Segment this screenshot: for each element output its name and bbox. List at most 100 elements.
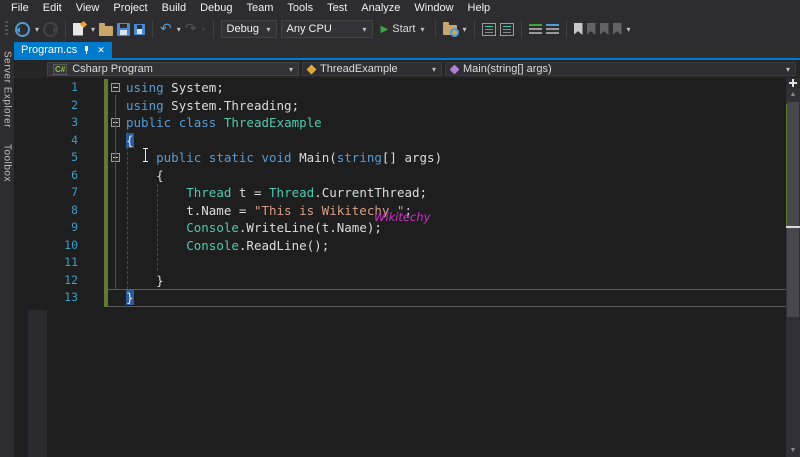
selection-margin[interactable] xyxy=(84,97,104,115)
side-tab-toolbox[interactable]: Toolbox xyxy=(2,139,13,187)
browse-definition-icon[interactable] xyxy=(481,22,496,36)
comment-lines-icon[interactable] xyxy=(528,24,542,34)
line-number[interactable]: 4 xyxy=(14,132,84,150)
menu-item-project[interactable]: Project xyxy=(106,0,154,16)
debug-target-combo[interactable]: Debug ▾ xyxy=(220,20,277,38)
toolbar-separator xyxy=(520,20,522,38)
selection-margin[interactable] xyxy=(84,184,104,202)
toolbar-grip[interactable] xyxy=(5,21,8,37)
navigate-backward-icon[interactable] xyxy=(15,21,30,37)
uncomment-lines-icon[interactable] xyxy=(545,24,559,34)
code-line[interactable]: 7 Thread t = Thread.CurrentThread; xyxy=(14,184,786,202)
start-button[interactable]: ▶ Start ▾ xyxy=(377,19,429,39)
code-line[interactable]: 12 } xyxy=(14,271,786,290)
selection-margin[interactable] xyxy=(84,167,104,185)
line-number[interactable]: 5 xyxy=(14,149,84,167)
tab-program-cs[interactable]: Program.cs ✕ xyxy=(14,42,112,58)
line-number[interactable]: 11 xyxy=(14,254,84,272)
menu-item-analyze[interactable]: Analyze xyxy=(354,0,407,16)
line-number[interactable]: 7 xyxy=(14,184,84,202)
line-number[interactable]: 1 xyxy=(14,79,84,97)
line-number[interactable]: 3 xyxy=(14,114,84,132)
selection-margin[interactable] xyxy=(84,149,104,167)
save-all-icon[interactable] xyxy=(134,23,146,35)
type-dropdown[interactable]: ThreadExample ▾ xyxy=(302,62,442,76)
scroll-down-icon[interactable]: ▼ xyxy=(786,445,800,457)
selection-margin[interactable] xyxy=(84,289,104,307)
scroll-up-icon[interactable]: ▲ xyxy=(786,89,800,101)
menu-item-tools[interactable]: Tools xyxy=(280,0,320,16)
member-dropdown[interactable]: Main(string[] args) ▾ xyxy=(445,62,796,76)
toggle-bookmark-icon[interactable] xyxy=(573,23,583,35)
outlining-margin[interactable] xyxy=(108,132,126,150)
line-number[interactable]: 2 xyxy=(14,97,84,115)
line-number[interactable]: 13 xyxy=(14,289,84,307)
platform-combo[interactable]: Any CPU ▾ xyxy=(280,20,373,38)
menu-item-help[interactable]: Help xyxy=(461,0,498,16)
collapse-icon[interactable] xyxy=(111,83,120,92)
start-dropdown-icon[interactable]: ▾ xyxy=(420,25,424,34)
selection-margin[interactable] xyxy=(84,132,104,150)
outlining-margin[interactable] xyxy=(108,79,126,97)
line-number[interactable]: 6 xyxy=(14,167,84,185)
selection-margin[interactable] xyxy=(84,237,104,255)
menu-item-build[interactable]: Build xyxy=(155,0,193,16)
save-icon[interactable] xyxy=(117,22,131,36)
menu-item-test[interactable]: Test xyxy=(320,0,354,16)
selection-margin[interactable] xyxy=(84,114,104,132)
navigate-backward-dropdown-icon[interactable]: ▾ xyxy=(35,25,39,34)
tab-row: Program.cs ✕ xyxy=(0,42,800,60)
line-number[interactable]: 9 xyxy=(14,219,84,237)
vertical-scrollbar[interactable]: ▲ ▼ xyxy=(786,78,800,457)
code-line[interactable]: 10 Console.ReadLine(); xyxy=(14,236,786,255)
selection-margin[interactable] xyxy=(84,219,104,237)
outlining-margin[interactable] xyxy=(108,272,126,290)
code-line[interactable]: 2 using System.Threading; xyxy=(14,96,786,115)
new-file-dropdown-icon[interactable]: ▾ xyxy=(91,25,95,34)
outlining-margin[interactable] xyxy=(108,114,126,132)
pin-icon[interactable] xyxy=(83,45,91,55)
menu-item-edit[interactable]: Edit xyxy=(36,0,69,16)
code-line[interactable]: 11 xyxy=(14,254,786,272)
close-icon[interactable]: ✕ xyxy=(97,45,105,55)
selection-margin[interactable] xyxy=(84,254,104,272)
menu-item-window[interactable]: Window xyxy=(407,0,460,16)
menu-item-debug[interactable]: Debug xyxy=(193,0,239,16)
line-number[interactable]: 10 xyxy=(14,237,84,255)
menu-item-view[interactable]: View xyxy=(69,0,107,16)
line-number[interactable]: 8 xyxy=(14,202,84,220)
toolbar-overflow-icon[interactable]: ▾ xyxy=(627,25,631,34)
code-line[interactable]: 3 public class ThreadExample xyxy=(14,114,786,132)
type-dropdown-value: ThreadExample xyxy=(320,63,398,75)
outlining-margin[interactable] xyxy=(108,202,126,220)
outlining-margin[interactable] xyxy=(108,219,126,237)
code-line[interactable]: 6 { xyxy=(14,166,786,185)
outlining-margin[interactable] xyxy=(108,97,126,115)
menu-item-team[interactable]: Team xyxy=(240,0,281,16)
menu-item-file[interactable]: File xyxy=(4,0,36,16)
outlining-margin[interactable] xyxy=(108,237,126,255)
code-line[interactable]: 1 using System; xyxy=(14,79,786,97)
selection-margin[interactable] xyxy=(84,202,104,220)
code-editor[interactable]: 1 using System; 2 using System.Threading; 3 p… xyxy=(14,78,800,457)
code-line[interactable]: 13} xyxy=(14,289,786,307)
view-hierarchy-icon[interactable] xyxy=(499,22,514,36)
code-line[interactable]: 5 public static void Main(string[] args) xyxy=(14,149,786,167)
line-number[interactable]: 12 xyxy=(14,272,84,290)
split-editor-handle[interactable] xyxy=(786,78,800,89)
code-line[interactable]: 4{ xyxy=(14,131,786,150)
outlining-margin[interactable] xyxy=(108,184,126,202)
side-tab-server-explorer[interactable]: Server Explorer xyxy=(2,46,13,133)
open-file-icon[interactable] xyxy=(99,22,114,36)
selection-margin[interactable] xyxy=(84,272,104,290)
find-dropdown-icon[interactable]: ▾ xyxy=(462,25,466,34)
selection-margin[interactable] xyxy=(84,79,104,97)
outlining-margin[interactable] xyxy=(108,254,126,272)
undo-icon[interactable]: ↶ xyxy=(160,22,172,36)
undo-dropdown-icon[interactable]: ▾ xyxy=(177,25,181,34)
outlining-margin[interactable] xyxy=(108,149,126,167)
project-dropdown[interactable]: C# Csharp Program ▾ xyxy=(47,62,299,76)
find-in-files-icon[interactable] xyxy=(443,22,460,37)
outlining-margin[interactable] xyxy=(108,167,126,185)
scrollbar-thumb[interactable] xyxy=(787,102,799,317)
